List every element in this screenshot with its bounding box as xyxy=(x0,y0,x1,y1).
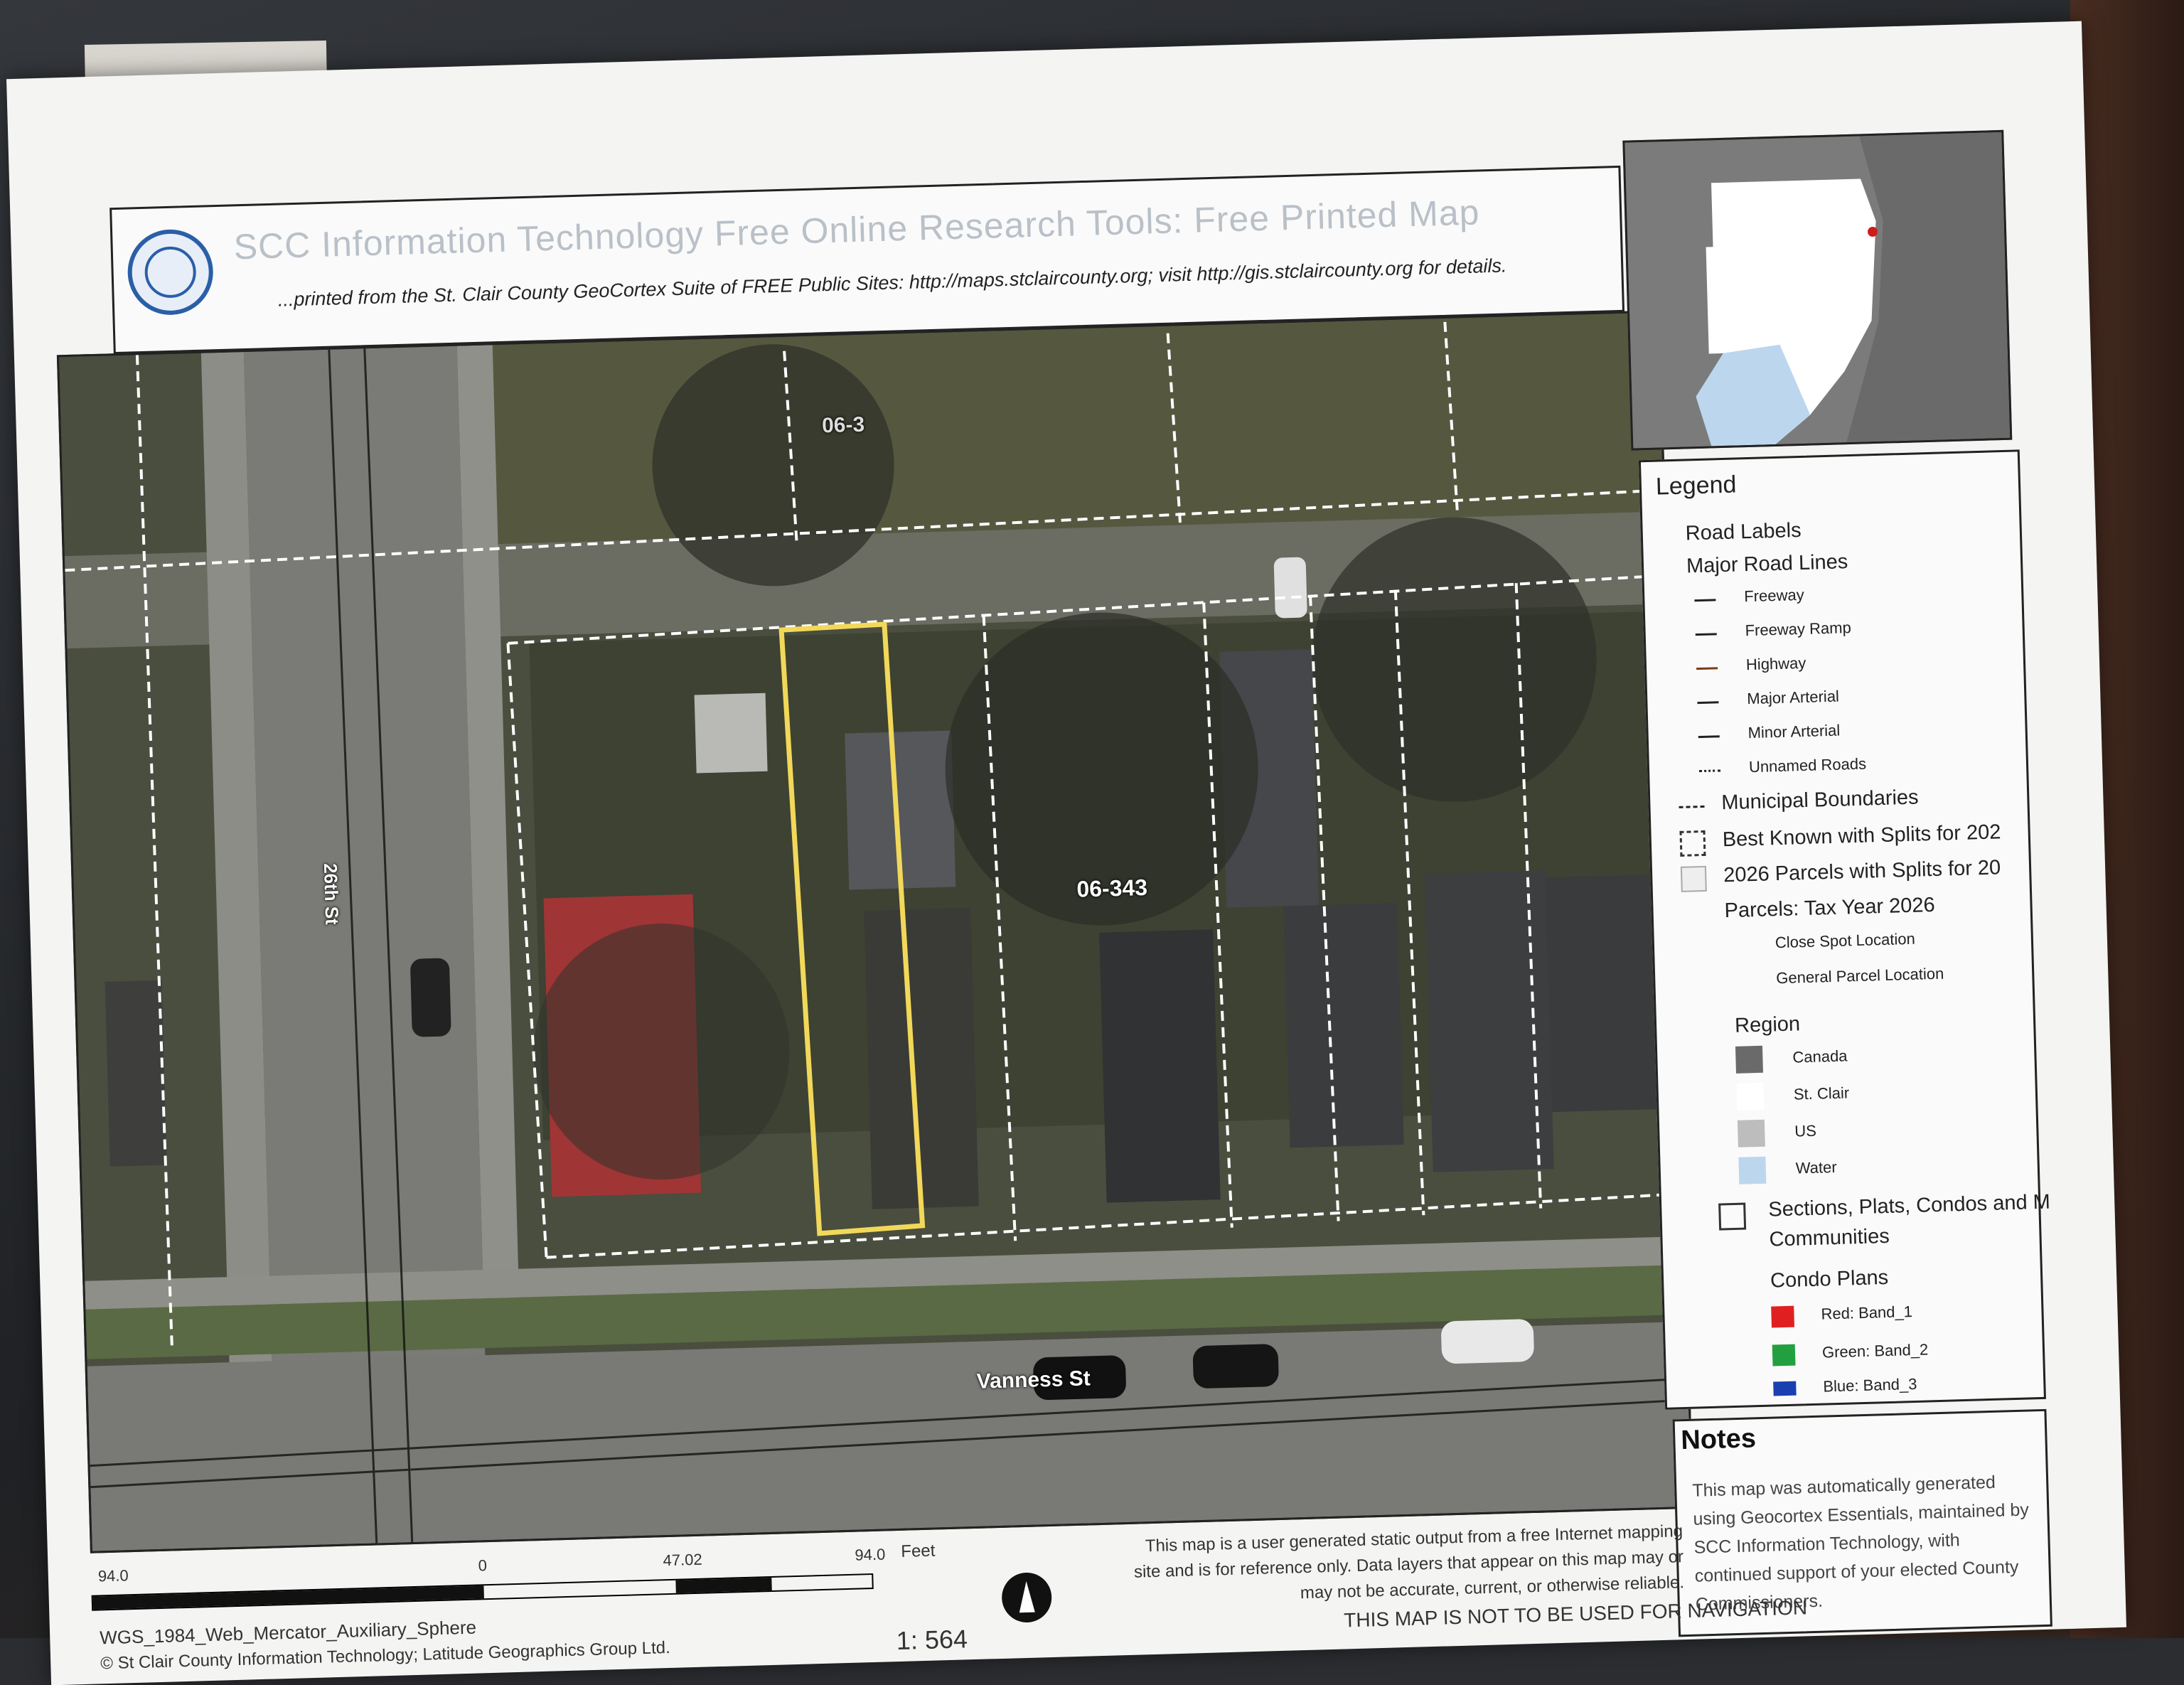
legend-major-arterial: Major Arterial xyxy=(1746,687,1840,708)
legend-best-known: Best Known with Splits for 202 xyxy=(1722,820,2001,852)
legend-minor-arterial-line-icon xyxy=(1698,735,1720,739)
legend-unnamed-roads-line-icon xyxy=(1699,769,1721,773)
notes-text: This map was automatically generated usi… xyxy=(1691,1472,2030,1615)
map-legend: Legend Road Labels Major Road Lines Free… xyxy=(1638,449,2050,1410)
scale-label-right: 94.0 xyxy=(855,1545,886,1564)
legend-st-clair-swatch-icon xyxy=(1736,1082,1765,1111)
legend-blue-band-swatch-icon xyxy=(1773,1381,1797,1396)
parcel-number-label-north: 06-3 xyxy=(821,412,865,438)
street-label-vanness: Vanness St xyxy=(976,1366,1091,1394)
legend-freeway-line-icon xyxy=(1694,599,1716,602)
scale-label-zero: 0 xyxy=(478,1556,488,1575)
legend-region: Region xyxy=(1734,1012,1801,1037)
legend-sections: Sections, Plats, Condos and M xyxy=(1767,1190,2051,1221)
map-subtitle: ...printed from the St. Clair County Geo… xyxy=(277,255,1507,311)
legend-unnamed-roads: Unnamed Roads xyxy=(1748,754,1867,776)
map-title: SCC Information Technology Free Online R… xyxy=(232,192,1481,267)
legend-minor-arterial: Minor Arterial xyxy=(1747,721,1841,742)
legend-major-road-lines: Major Road Lines xyxy=(1686,550,1848,578)
aerial-map: 26th St Vanness St 06-343 06-3 xyxy=(56,310,1694,1553)
scale-unit: Feet xyxy=(900,1541,936,1561)
disclaimer-text: This map is a user generated static outp… xyxy=(1133,1521,1685,1603)
legend-highway: Highway xyxy=(1745,653,1806,674)
legend-green-band-swatch-icon xyxy=(1772,1344,1796,1366)
north-arrow-icon xyxy=(1001,1572,1053,1623)
scale-label-mid: 47.02 xyxy=(663,1550,702,1570)
legend-major-arterial-line-icon xyxy=(1697,701,1719,705)
legend-us-swatch-icon xyxy=(1737,1119,1765,1148)
legend-freeway-ramp-line-icon xyxy=(1695,633,1717,636)
legend-highway-line-icon xyxy=(1696,667,1718,670)
legend-title: Legend xyxy=(1655,471,1737,501)
legend-water: Water xyxy=(1795,1157,1837,1177)
legend-road-labels: Road Labels xyxy=(1685,518,1802,545)
legend-blue-band: Blue: Band_3 xyxy=(1823,1374,1917,1396)
legend-freeway-ramp: Freeway Ramp xyxy=(1745,619,1852,640)
projection-text: WGS_1984_Web_Mercator_Auxiliary_Sphere xyxy=(99,1616,477,1649)
legend-parcels-tax-year: Parcels: Tax Year 2026 xyxy=(1724,893,1936,923)
notes-title: Notes xyxy=(1680,1423,1757,1456)
legend-communities: Communities xyxy=(1769,1224,1890,1251)
parcel-number-label: 06-343 xyxy=(1076,874,1148,902)
legend-close-spot: Close Spot Location xyxy=(1774,929,1916,952)
legend-st-clair: St. Clair xyxy=(1793,1084,1850,1103)
legend-best-known-swatch-icon xyxy=(1679,830,1706,857)
aerial-imagery xyxy=(58,312,1691,1551)
legend-canada: Canada xyxy=(1792,1047,1848,1066)
legend-parcels-2026-swatch-icon xyxy=(1680,865,1707,892)
legend-condo-plans: Condo Plans xyxy=(1770,1266,1889,1293)
scale-ratio: 1: 564 xyxy=(896,1624,968,1656)
overview-inset-graphic xyxy=(1624,132,2011,449)
legend-us: US xyxy=(1794,1121,1817,1140)
legend-municipal-boundaries: Municipal Boundaries xyxy=(1720,786,1920,815)
legend-parcels-2026: 2026 Parcels with Splits for 20 xyxy=(1723,856,2001,887)
legend-red-band-swatch-icon xyxy=(1771,1305,1795,1328)
legend-freeway: Freeway xyxy=(1743,585,1804,606)
overview-inset-map xyxy=(1622,129,2013,451)
legend-general-parcel: General Parcel Location xyxy=(1775,964,1944,988)
scale-bar xyxy=(91,1573,874,1611)
street-label-26th: 26th St xyxy=(319,862,343,926)
legend-green-band: Green: Band_2 xyxy=(1821,1340,1929,1362)
legend-red-band: Red: Band_1 xyxy=(1821,1302,1913,1323)
scale-label-left: 94.0 xyxy=(97,1566,129,1585)
legend-municipal-line-icon xyxy=(1679,805,1705,808)
legend-water-swatch-icon xyxy=(1738,1156,1767,1184)
legend-sections-swatch-icon xyxy=(1718,1202,1747,1231)
county-seal-icon xyxy=(127,228,215,316)
printed-map-sheet: SCC Information Technology Free Online R… xyxy=(6,21,2126,1685)
legend-canada-swatch-icon xyxy=(1735,1045,1764,1074)
